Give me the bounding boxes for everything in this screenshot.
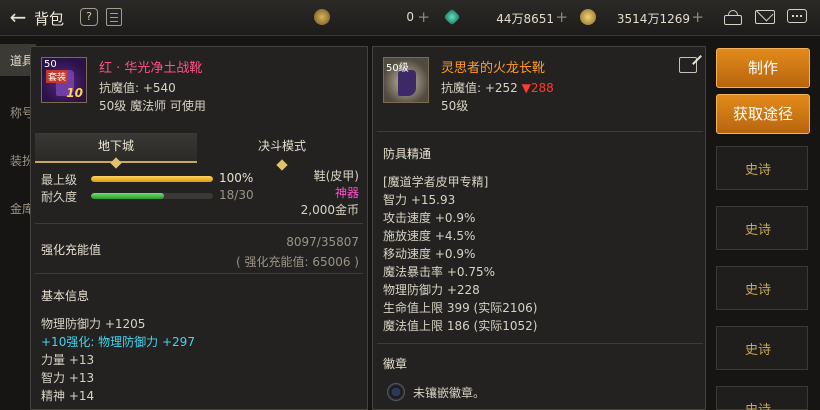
list-item[interactable]: 史诗 — [716, 326, 808, 370]
mastery-title: 防具精通 — [383, 147, 432, 161]
rarity-label: 史诗 — [744, 163, 771, 178]
stat-line: 智力 +15.93 — [383, 193, 456, 207]
grade-value: 100% — [219, 171, 254, 185]
make-button[interactable]: 制作 — [716, 48, 810, 88]
rarity: 神器 — [334, 186, 359, 200]
emblem-slot-icon — [387, 383, 405, 401]
list-item[interactable]: 史诗 — [716, 386, 808, 410]
list-item[interactable]: 史诗 — [716, 206, 808, 250]
price: 2,000金币 — [300, 203, 359, 217]
level-badge: 50 — [44, 59, 57, 70]
stat-line: 物理防御力 +1205 — [41, 317, 146, 331]
currency-2-value: 44万8651 — [496, 12, 554, 26]
add-currency-1-button[interactable]: + — [417, 8, 430, 26]
stat-line: 智力 +13 — [41, 371, 95, 385]
gem-icon — [443, 8, 461, 26]
rarity-label: 史诗 — [744, 223, 771, 238]
diamond-icon — [276, 159, 288, 171]
share-icon[interactable] — [679, 57, 697, 73]
charge-title: 强化充能值 — [41, 243, 102, 257]
stat-line: 魔法暴击率 +0.75% — [383, 265, 495, 279]
enhance-level: 10 — [66, 86, 83, 100]
stat-line: +10强化: 物理防御力 +297 — [41, 335, 195, 349]
emblem-title: 徽章 — [383, 357, 408, 371]
basic-info-title: 基本信息 — [41, 289, 90, 303]
list-item[interactable]: 史诗 — [716, 266, 808, 310]
set-tag: 套装 — [46, 70, 69, 83]
resist-line: 抗魔值: +252 ▼288 — [441, 79, 554, 96]
diamond-icon — [110, 157, 122, 169]
tab-dungeon[interactable]: 地下城 — [35, 133, 197, 169]
durability-bar — [91, 193, 213, 199]
mode-tabs: 地下城 决斗模式 — [35, 133, 363, 171]
resist-value: 抗魔值: +540 — [99, 81, 176, 95]
help-icon[interactable]: ? — [80, 8, 98, 26]
rarity-label: 史诗 — [744, 343, 771, 358]
mail-icon[interactable] — [754, 4, 776, 27]
item-icon: 50级 — [383, 57, 429, 103]
stat-line: 精神 +14 — [41, 389, 95, 403]
currency-gold: 3514万1269 + — [580, 8, 708, 28]
level-badge: 50级 — [386, 63, 409, 74]
grade-bar-fill — [91, 176, 213, 182]
currency-gem: 44万8651 + — [443, 8, 572, 28]
item-icon: 50 套装 10 — [41, 57, 87, 103]
item-name: 灵思者的火龙长靴 — [441, 61, 546, 76]
item-type: 鞋(皮甲) — [313, 169, 359, 183]
rarity-label: 史诗 — [744, 283, 771, 298]
item-tooltip-compare: 50级 灵思者的火龙长靴 抗魔值: +252 ▼288 50级 防具精通 [魔道… — [372, 46, 706, 410]
requirement: 50级 魔法师 可使用 — [99, 99, 206, 113]
tab-label: 决斗模式 — [257, 139, 306, 153]
grade-label: 最上级 — [41, 173, 78, 187]
item-name: 红 · 华光净土战靴 — [99, 61, 203, 76]
charge-value: 8097/35807 — [286, 235, 359, 249]
stat-line: 攻击速度 +0.9% — [383, 211, 476, 225]
obtain-source-button[interactable]: 获取途径 — [716, 94, 810, 134]
add-currency-3-button[interactable]: + — [691, 8, 704, 26]
add-currency-2-button[interactable]: + — [555, 8, 568, 26]
top-bar: ← 背包 ? 0 + 44万8651 + 3514万1269 + — [0, 0, 820, 36]
stat-line: 魔法值上限 186 (实际1052) — [383, 319, 538, 333]
emblem-text: 未镶嵌徽章。 — [413, 386, 486, 400]
stat-line: 移动速度 +0.9% — [383, 247, 476, 261]
divider — [35, 273, 363, 274]
stat-line: [魔道学者皮甲专精] — [383, 175, 489, 189]
divider — [377, 343, 703, 344]
coin-icon — [314, 9, 330, 25]
back-arrow-icon[interactable]: ← — [6, 6, 30, 30]
durability-bar-fill — [91, 193, 165, 199]
resist-value: 抗魔值: +252 — [441, 81, 518, 95]
chat-icon[interactable] — [786, 7, 808, 27]
stat-line: 生命值上限 399 (实际2106) — [383, 301, 538, 315]
tab-label: 地下城 — [97, 139, 134, 153]
item-tooltip-equipped: 50 套装 10 红 · 华光净土战靴 抗魔值: +540 50级 魔法师 可使… — [30, 46, 368, 410]
stat-line: 施放速度 +4.5% — [383, 229, 476, 243]
resist-diff: ▼288 — [521, 81, 554, 95]
page-title: 背包 — [34, 10, 65, 28]
gold-icon — [580, 9, 596, 25]
stat-line: 物理防御力 +228 — [383, 283, 480, 297]
requirement: 50级 — [441, 99, 469, 113]
divider — [35, 223, 363, 224]
grade-bar — [91, 176, 213, 182]
currency-gold-coin: 0 + — [314, 8, 434, 28]
durability-value: 18/30 — [219, 188, 254, 202]
rarity-label: 史诗 — [745, 399, 771, 410]
currency-3-value: 3514万1269 — [616, 12, 690, 26]
shop-icon[interactable] — [722, 7, 744, 27]
stat-line: 力量 +13 — [41, 353, 95, 367]
currency-1-value: 0 — [406, 10, 414, 24]
charge-sub: ( 强化充能值: 65006 ) — [235, 255, 359, 269]
list-item[interactable]: 史诗 — [716, 146, 808, 190]
durability-label: 耐久度 — [41, 190, 78, 204]
tab-duel[interactable]: 决斗模式 — [201, 133, 363, 171]
notes-icon[interactable] — [106, 8, 122, 26]
divider — [377, 131, 703, 132]
